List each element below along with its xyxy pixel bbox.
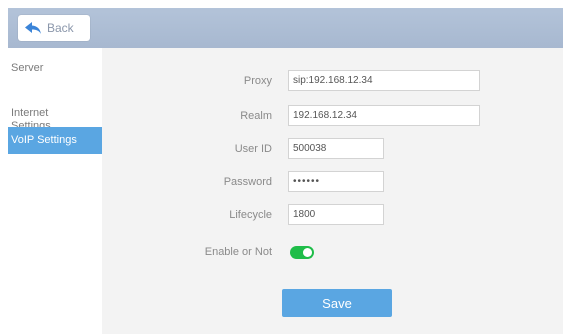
realm-input[interactable]: 192.168.12.34 — [288, 105, 480, 126]
toggle-knob — [303, 248, 312, 257]
realm-label: Realm — [240, 110, 272, 122]
enable-toggle[interactable] — [290, 246, 314, 259]
user-id-input[interactable]: 500038 — [288, 138, 384, 159]
lifecycle-input[interactable]: 1800 — [288, 204, 384, 225]
lifecycle-label: Lifecycle — [229, 209, 272, 221]
back-label: Back — [47, 21, 74, 35]
password-label: Password — [223, 176, 272, 188]
top-bar: Back — [8, 8, 563, 48]
enable-label: Enable or Not — [204, 246, 272, 258]
sidebar-item-server[interactable]: Server — [8, 62, 102, 75]
save-button[interactable]: Save — [282, 289, 392, 317]
sidebar-item-label: Server — [11, 62, 44, 74]
back-button[interactable]: Back — [18, 15, 90, 41]
proxy-label: Proxy — [243, 75, 272, 87]
sidebar: Server Internet Settings VoIP Settings — [8, 48, 102, 334]
user-id-label: User ID — [234, 143, 272, 155]
back-arrow-icon — [25, 22, 41, 34]
voip-settings-panel: Proxy sip:192.168.12.34 Realm 192.168.12… — [102, 48, 563, 334]
sidebar-item-label: VoIP Settings — [11, 134, 77, 146]
sidebar-item-voip-settings[interactable]: VoIP Settings — [8, 127, 102, 154]
proxy-input[interactable]: sip:192.168.12.34 — [288, 70, 480, 91]
password-input[interactable]: •••••• — [288, 171, 384, 192]
